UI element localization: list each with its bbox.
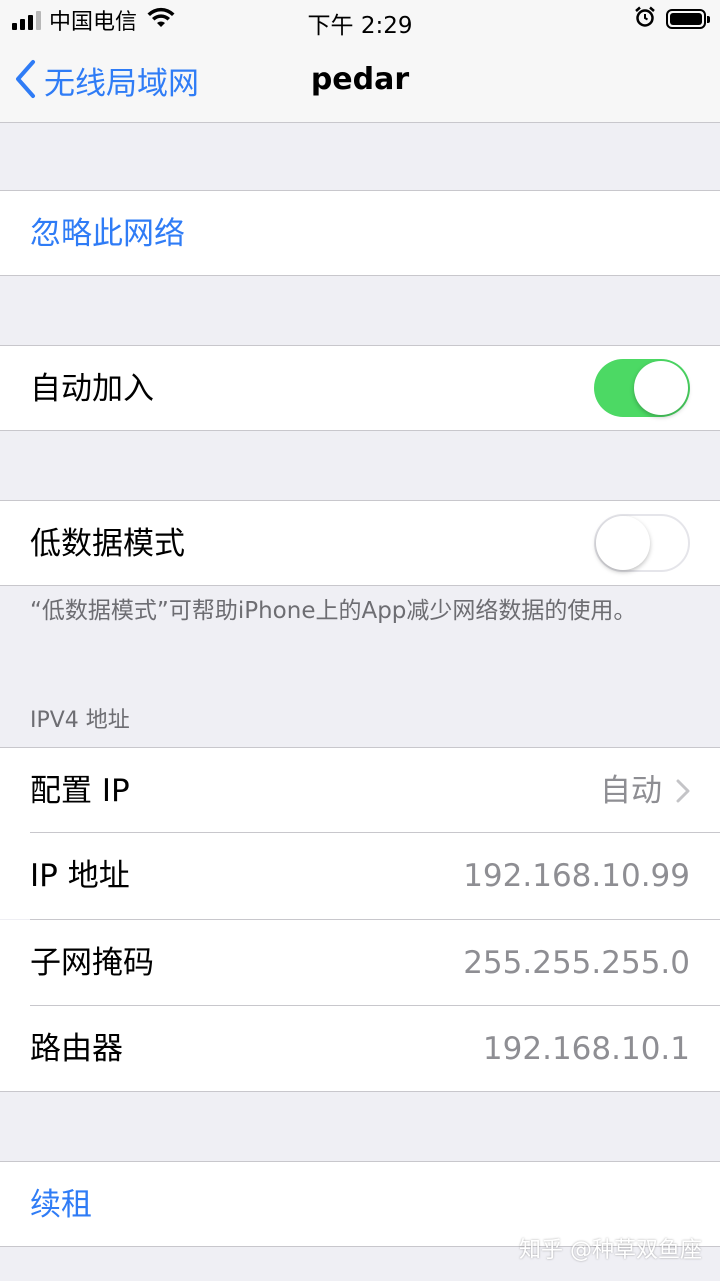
status-bar: 中国电信 下午 2:29 (0, 0, 720, 40)
configure-ip-value-group: 自动 (600, 748, 690, 836)
ip-address-row: IP 地址 192.168.10.99 (0, 833, 720, 919)
ip-address-label: IP 地址 (30, 858, 130, 894)
toggle-knob (634, 361, 688, 415)
low-data-mode-footnote: “低数据模式”可帮助iPhone上的App减少网络数据的使用。 (30, 598, 637, 624)
status-right (634, 6, 710, 32)
page-title: pedar (310, 62, 410, 97)
low-data-mode-toggle[interactable] (594, 514, 690, 572)
auto-join-toggle[interactable] (594, 359, 690, 417)
chevron-right-icon (676, 750, 690, 836)
toggle-knob (596, 516, 650, 570)
router-value: 192.168.10.1 (482, 1031, 690, 1067)
configure-ip-label: 配置 IP (30, 773, 130, 809)
forget-network-button[interactable]: 忽略此网络 (0, 190, 720, 276)
auto-join-label: 自动加入 (30, 371, 154, 407)
renew-lease-label: 续租 (30, 1187, 92, 1223)
configure-ip-value: 自动 (600, 773, 662, 809)
ip-address-value: 192.168.10.99 (463, 858, 690, 894)
low-data-mode-label: 低数据模式 (30, 526, 185, 562)
forget-network-label: 忽略此网络 (30, 216, 185, 252)
router-row: 路由器 192.168.10.1 (0, 1006, 720, 1092)
status-time: 下午 2:29 (307, 13, 413, 39)
ipv4-section-header: IPV4 地址 (30, 708, 130, 733)
low-data-mode-row: 低数据模式 (0, 500, 720, 586)
subnet-mask-label: 子网掩码 (30, 945, 154, 981)
watermark: 知乎 @种草双鱼座 (519, 1238, 702, 1263)
alarm-icon (634, 6, 656, 32)
auto-join-row: 自动加入 (0, 345, 720, 431)
battery-icon (666, 9, 710, 29)
configure-ip-row[interactable]: 配置 IP 自动 (0, 747, 720, 833)
router-label: 路由器 (30, 1031, 123, 1067)
subnet-mask-value: 255.255.255.0 (463, 945, 690, 981)
navigation-bar: 无线局域网 pedar (0, 40, 720, 123)
subnet-mask-row: 子网掩码 255.255.255.0 (0, 920, 720, 1006)
